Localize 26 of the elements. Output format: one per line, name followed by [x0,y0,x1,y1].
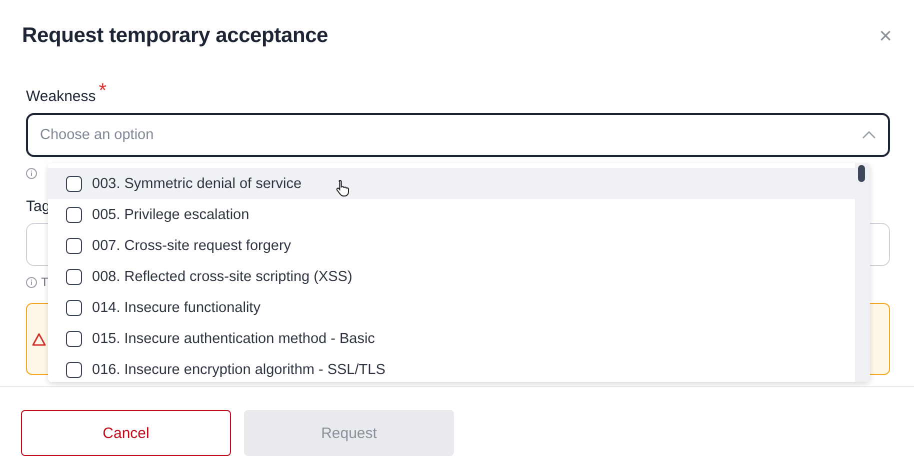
dropdown-option[interactable]: 008. Reflected cross-site scripting (XSS) [48,261,855,292]
dialog-title: Request temporary acceptance [22,24,328,48]
pointer-icon [336,179,350,197]
checkbox[interactable] [66,268,82,284]
checkbox[interactable] [66,238,82,254]
dropdown-option[interactable]: 003. Symmetric denial of service [48,168,855,199]
cancel-button[interactable]: Cancel [21,410,231,456]
info-icon [26,276,37,288]
checkbox[interactable] [66,176,82,192]
dropdown-option[interactable]: 015. Insecure authentication method - Basic [48,323,855,354]
dropdown-option[interactable]: 014. Insecure functionality [48,292,855,323]
dropdown-option[interactable]: 016. Insecure encryption algorithm - SSL/TLS [48,354,855,382]
field-label: Weakness [26,88,96,105]
checkbox[interactable] [66,330,82,346]
checkbox[interactable] [66,206,82,222]
warning-icon [32,332,46,346]
hint-text: T [41,275,48,289]
weakness-select[interactable]: Choose an option [26,113,890,157]
scrollbar[interactable] [855,163,870,382]
info-icon [26,168,37,178]
required-mark: * [98,81,107,101]
checkbox[interactable] [66,362,82,378]
checkbox[interactable] [66,300,82,316]
dropdown-option[interactable]: 005. Privilege escalation [48,199,855,230]
chevron-icon [862,131,876,139]
dropdown-option[interactable]: 007. Cross-site request forgery [48,230,855,261]
